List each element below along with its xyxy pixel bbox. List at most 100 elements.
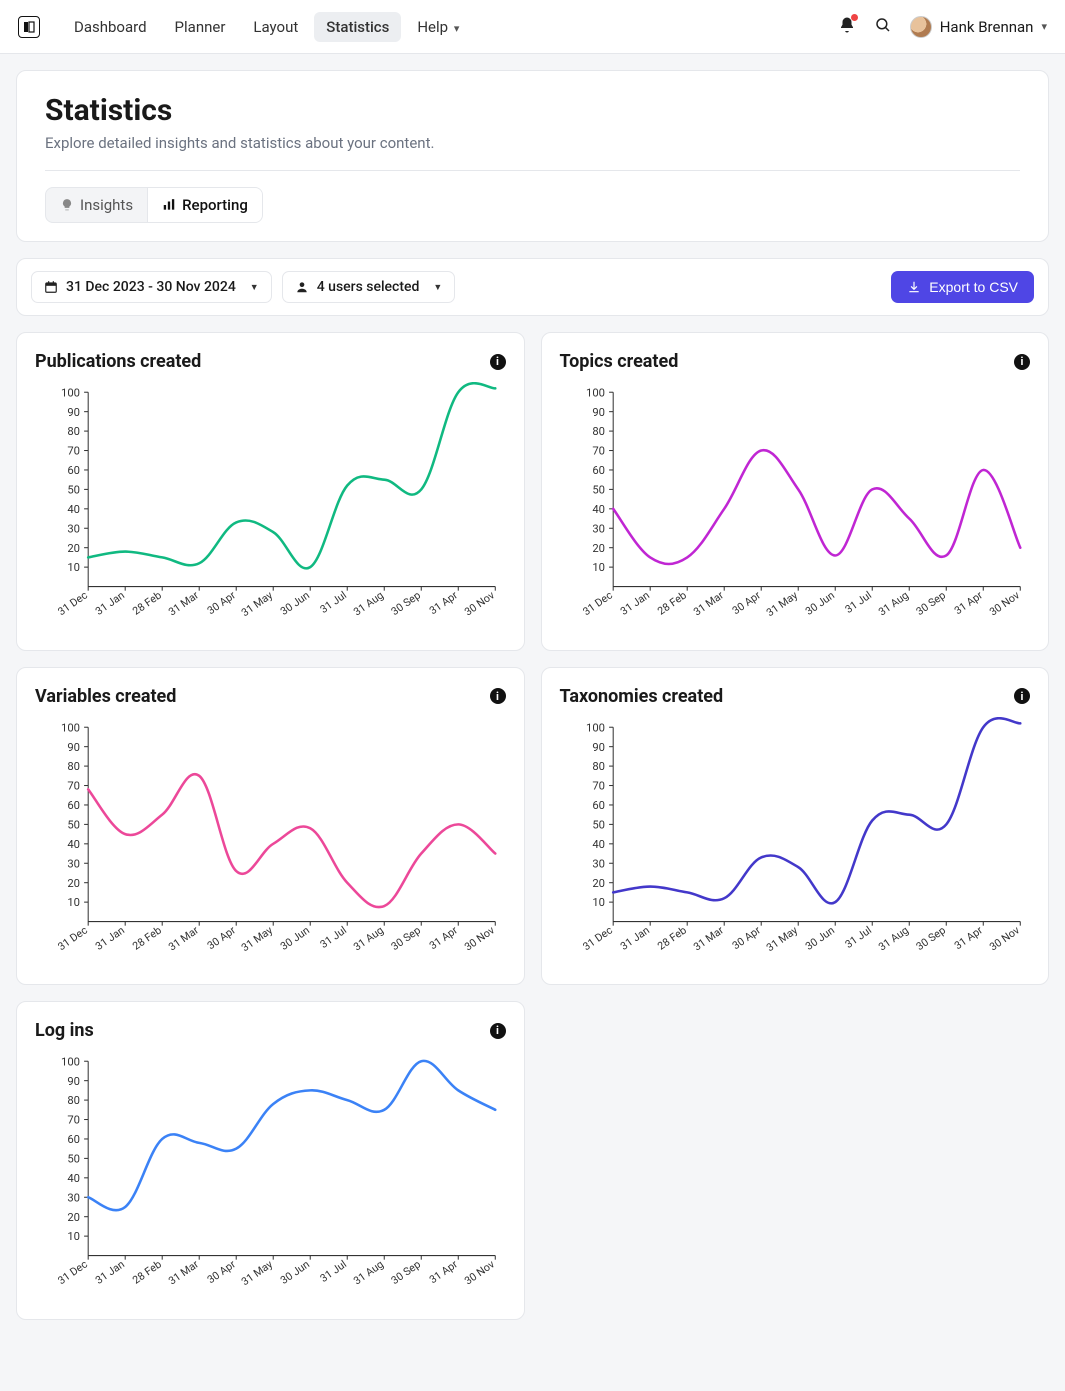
user-menu[interactable]: Hank Brennan ▾ xyxy=(910,16,1047,38)
y-tick-label: 30 xyxy=(67,1192,80,1205)
app-logo[interactable] xyxy=(18,16,40,38)
y-tick-label: 70 xyxy=(592,445,605,458)
download-icon xyxy=(907,280,921,294)
x-tick-label: 30 Jun xyxy=(802,923,836,952)
x-tick-label: 31 May xyxy=(763,923,799,954)
y-tick-label: 70 xyxy=(592,779,605,792)
chart-info-button-topics[interactable]: i xyxy=(1014,354,1030,370)
avatar xyxy=(910,16,932,38)
x-tick-label: 31 Jul xyxy=(842,589,873,616)
y-tick-label: 90 xyxy=(592,406,605,419)
y-tick-label: 100 xyxy=(61,1056,80,1069)
y-tick-label: 50 xyxy=(67,818,80,831)
y-tick-label: 100 xyxy=(61,386,80,399)
chevron-down-icon: ▼ xyxy=(433,282,442,293)
nav-help[interactable]: Help ▾ xyxy=(405,12,471,42)
series-line-logins xyxy=(88,1061,495,1210)
x-tick-label: 30 Nov xyxy=(462,1258,497,1288)
x-tick-label: 28 Feb xyxy=(130,923,164,952)
nav-layout[interactable]: Layout xyxy=(241,12,310,42)
y-tick-label: 50 xyxy=(67,1153,80,1166)
x-tick-label: 31 Jul xyxy=(318,923,349,950)
y-tick-label: 20 xyxy=(592,542,605,555)
y-tick-label: 50 xyxy=(67,483,80,496)
date-range-picker[interactable]: 31 Dec 2023 - 30 Nov 2024 ▼ xyxy=(31,271,272,303)
chart-info-button-taxonomies[interactable]: i xyxy=(1014,688,1030,704)
x-tick-label: 31 Dec xyxy=(580,588,615,618)
tab-insights[interactable]: Insights xyxy=(46,188,147,222)
x-tick-label: 30 Jun xyxy=(278,923,312,952)
y-tick-label: 30 xyxy=(592,857,605,870)
x-tick-label: 31 Apr xyxy=(951,588,984,617)
chart-info-button-publications[interactable]: i xyxy=(490,354,506,370)
y-tick-label: 70 xyxy=(67,1114,80,1127)
chart-card-taxonomies: Taxonomies created i 102030405060708090100… xyxy=(541,667,1050,986)
page-subtitle: Explore detailed insights and statistics… xyxy=(45,134,1020,152)
view-segmented-control: Insights Reporting xyxy=(45,187,263,223)
nav-dashboard[interactable]: Dashboard xyxy=(62,12,159,42)
chart-svg-taxonomies: 10203040506070809010031 Dec31 Jan28 Feb3… xyxy=(560,717,1031,973)
chart-title-publications: Publications created xyxy=(35,351,201,372)
series-line-variables xyxy=(88,774,495,907)
x-tick-label: 28 Feb xyxy=(130,1258,164,1287)
y-tick-label: 40 xyxy=(592,503,605,516)
x-tick-label: 31 Mar xyxy=(166,1258,201,1288)
x-tick-label: 31 Aug xyxy=(351,1258,386,1288)
x-tick-label: 31 Jan xyxy=(617,589,651,618)
filter-bar: 31 Dec 2023 - 30 Nov 2024 ▼ 4 users sele… xyxy=(16,258,1049,316)
x-tick-label: 31 Apr xyxy=(427,588,460,617)
page-title: Statistics xyxy=(45,93,1020,128)
x-tick-label: 31 Aug xyxy=(351,923,386,953)
chart-info-button-logins[interactable]: i xyxy=(490,1023,506,1039)
y-tick-label: 60 xyxy=(67,799,80,812)
y-tick-label: 10 xyxy=(592,561,605,574)
chart-title-taxonomies: Taxonomies created xyxy=(560,686,724,707)
x-tick-label: 31 Jan xyxy=(617,923,651,952)
user-filter-picker[interactable]: 4 users selected ▼ xyxy=(282,271,456,303)
x-tick-label: 30 Nov xyxy=(987,589,1022,619)
page-header-card: Statistics Explore detailed insights and… xyxy=(16,70,1049,242)
x-tick-label: 31 Dec xyxy=(580,923,615,953)
nav-statistics[interactable]: Statistics xyxy=(314,12,401,42)
notifications-button[interactable] xyxy=(838,16,856,38)
chart-svg-variables: 10203040506070809010031 Dec31 Jan28 Feb3… xyxy=(35,717,506,973)
x-tick-label: 31 Mar xyxy=(166,923,201,953)
export-csv-label: Export to CSV xyxy=(929,279,1018,295)
x-tick-label: 30 Nov xyxy=(462,923,497,953)
x-tick-label: 31 Dec xyxy=(55,588,90,618)
x-tick-label: 30 Nov xyxy=(987,923,1022,953)
y-tick-label: 50 xyxy=(592,483,605,496)
x-tick-label: 30 Sep xyxy=(389,923,423,952)
x-tick-label: 31 Dec xyxy=(55,923,90,953)
x-tick-label: 31 Jan xyxy=(93,589,127,618)
x-tick-label: 30 Nov xyxy=(462,589,497,619)
y-tick-label: 100 xyxy=(586,386,605,399)
y-tick-label: 20 xyxy=(67,876,80,889)
x-tick-label: 31 Jan xyxy=(93,923,127,952)
x-tick-label: 31 Jan xyxy=(93,1258,127,1287)
tab-reporting-label: Reporting xyxy=(182,196,248,214)
y-tick-label: 30 xyxy=(67,857,80,870)
x-tick-label: 31 May xyxy=(239,589,275,620)
x-tick-label: 31 Mar xyxy=(691,923,726,953)
search-button[interactable] xyxy=(874,16,892,38)
y-tick-label: 80 xyxy=(592,425,605,438)
tab-reporting[interactable]: Reporting xyxy=(147,188,262,222)
x-tick-label: 31 Jul xyxy=(318,589,349,616)
chart-card-variables: Variables createdi1020304050607080901003… xyxy=(16,667,525,986)
y-tick-label: 90 xyxy=(67,740,80,753)
series-line-publications xyxy=(88,383,495,568)
chart-svg-logins: 10203040506070809010031 Dec31 Jan28 Feb3… xyxy=(35,1051,506,1307)
y-tick-label: 70 xyxy=(67,779,80,792)
nav-planner[interactable]: Planner xyxy=(163,12,238,42)
x-tick-label: 31 May xyxy=(239,923,275,954)
chart-info-button-variables[interactable]: i xyxy=(490,688,506,704)
export-csv-button[interactable]: Export to CSV xyxy=(891,271,1034,303)
lightbulb-icon xyxy=(60,198,74,212)
nav-help-label: Help xyxy=(417,18,448,36)
user-filter-label: 4 users selected xyxy=(317,279,420,295)
chevron-down-icon: ▾ xyxy=(454,22,460,35)
tab-insights-label: Insights xyxy=(80,196,133,214)
x-tick-label: 30 Apr xyxy=(205,588,238,617)
top-nav: Dashboard Planner Layout Statistics Help… xyxy=(0,0,1065,54)
